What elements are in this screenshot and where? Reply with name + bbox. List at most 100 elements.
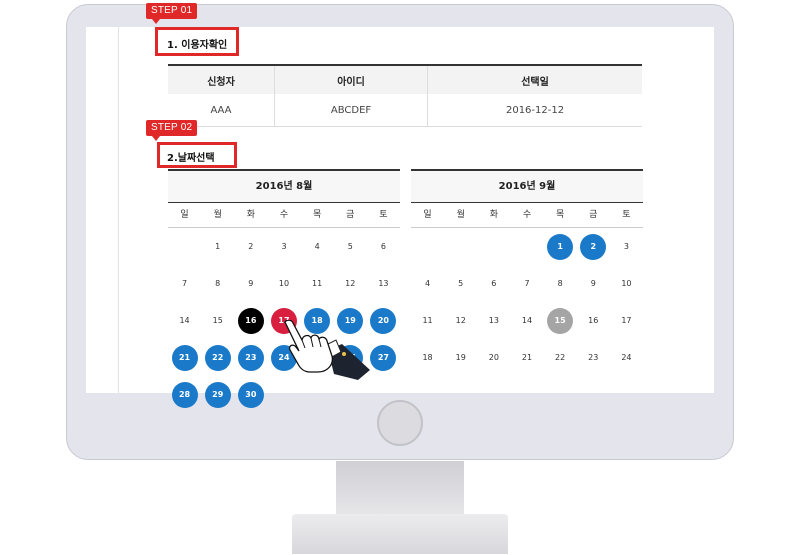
calendar-day-2[interactable]: 2 xyxy=(580,233,607,260)
calendar-day-28[interactable]: 28 xyxy=(171,381,198,408)
calendar-cell: 23 xyxy=(234,339,267,376)
weekday-label: 수 xyxy=(279,210,289,220)
weekday-label: 수 xyxy=(522,210,532,220)
calendar-day-14[interactable]: 14 xyxy=(514,308,540,334)
calendar-cell: 3 xyxy=(267,228,300,265)
calendar-cell: 1 xyxy=(544,228,577,265)
calendar-day-17[interactable]: 17 xyxy=(613,308,639,334)
calendar-cell: 4 xyxy=(411,265,444,302)
calendar-day-16[interactable]: 16 xyxy=(237,307,264,334)
calendar-cell: 14 xyxy=(510,302,543,339)
calendar-day-20[interactable]: 20 xyxy=(370,307,397,334)
calendar-cell: 24 xyxy=(610,339,643,376)
calendar-day-3[interactable]: 3 xyxy=(613,234,639,260)
calendar-month-title: 2016년 9월 xyxy=(411,169,643,203)
calendar-cell: 7 xyxy=(510,265,543,302)
calendar-day-6[interactable]: 6 xyxy=(370,234,396,260)
calendar-day-1[interactable]: 1 xyxy=(205,234,231,260)
calendar-day-1[interactable]: 1 xyxy=(547,233,574,260)
calendar-month-title: 2016년 8월 xyxy=(168,169,400,203)
calendar-day-10[interactable]: 10 xyxy=(271,271,297,297)
calendar-cell xyxy=(334,376,367,413)
calendar-day-18[interactable]: 18 xyxy=(415,345,441,371)
calendar-cell: 23 xyxy=(577,339,610,376)
calendar-week-row: 28 29 30 xyxy=(168,376,400,413)
calendar-week-row: 4 5 6 7 8 9 10 xyxy=(411,265,643,302)
calendar-cell: 11 xyxy=(301,265,334,302)
calendar-cell: 16 xyxy=(577,302,610,339)
calendar-day-13[interactable]: 13 xyxy=(370,271,396,297)
calendar-day-23[interactable]: 23 xyxy=(580,345,606,371)
calendar-day-19[interactable]: 19 xyxy=(448,345,474,371)
calendar-day-24[interactable]: 24 xyxy=(613,345,639,371)
calendar-day-8[interactable]: 8 xyxy=(547,271,573,297)
calendar-day-6[interactable]: 6 xyxy=(481,271,507,297)
content-divider xyxy=(118,27,119,393)
weekday-label: 금 xyxy=(346,210,355,220)
calendar-day-5[interactable]: 5 xyxy=(448,271,474,297)
calendar-day-13[interactable]: 13 xyxy=(481,308,507,334)
calendar-day-7[interactable]: 7 xyxy=(172,271,198,297)
calendar-day-20[interactable]: 20 xyxy=(481,345,507,371)
calendar-cell: 5 xyxy=(444,265,477,302)
weekday-label: 토 xyxy=(379,210,388,220)
calendar-day-15[interactable]: 15 xyxy=(205,308,231,334)
calendar-cell: 12 xyxy=(334,265,367,302)
calendar-cell xyxy=(267,376,300,413)
column-header: 아이디 xyxy=(274,65,429,94)
calendar-day-11[interactable]: 11 xyxy=(415,308,441,334)
calendar-cell: 10 xyxy=(610,265,643,302)
column-header: 신청자 xyxy=(168,65,275,94)
calendar-day-12[interactable]: 12 xyxy=(448,308,474,334)
step-02-tag: STEP 02 xyxy=(146,120,198,141)
calendar-day-7[interactable]: 7 xyxy=(514,271,540,297)
calendar-day-16[interactable]: 16 xyxy=(580,308,606,334)
calendar-day-12[interactable]: 12 xyxy=(337,271,363,297)
calendar-cell: 2 xyxy=(234,228,267,265)
calendar-week-row: 7 8 9 10 11 12 13 xyxy=(168,265,400,302)
monitor-stand-base xyxy=(292,514,508,554)
weekday-label: 목 xyxy=(555,210,565,220)
calendar-day-11[interactable]: 11 xyxy=(304,271,330,297)
calendar-cell xyxy=(301,376,334,413)
calendar-cell: 28 xyxy=(168,376,201,413)
calendar-cell: 11 xyxy=(411,302,444,339)
calendar-day-27[interactable]: 27 xyxy=(370,344,397,371)
calendar-cell: 17 xyxy=(610,302,643,339)
calendar-day-22[interactable]: 22 xyxy=(547,345,573,371)
calendar-day-10[interactable]: 10 xyxy=(613,271,639,297)
calendar-day-4[interactable]: 4 xyxy=(415,271,441,297)
calendar-cell: 1 xyxy=(201,228,234,265)
column-header: 선택일 xyxy=(427,65,642,94)
calendar-day-15[interactable]: 15 xyxy=(547,307,574,334)
calendar-day-5[interactable]: 5 xyxy=(337,234,363,260)
calendar-day-9[interactable]: 9 xyxy=(580,271,606,297)
monitor-stand-neck xyxy=(336,461,464,521)
section-title-user-check: 1. 이용자확인 xyxy=(167,40,228,51)
calendar-day-21[interactable]: 21 xyxy=(171,344,198,371)
weekday-label: 월 xyxy=(456,210,465,220)
calendar-day-21[interactable]: 21 xyxy=(514,345,540,371)
calendar-day-3[interactable]: 3 xyxy=(271,234,297,260)
calendar-day-2[interactable]: 2 xyxy=(238,234,264,260)
calendar-week-row: 123456 xyxy=(168,228,400,265)
calendar-cell xyxy=(411,228,444,265)
calendar-day-14[interactable]: 14 xyxy=(172,308,198,334)
calendar-day-8[interactable]: 8 xyxy=(205,271,231,297)
weekday-label: 화 xyxy=(246,210,255,220)
calendar-day-4[interactable]: 4 xyxy=(304,234,330,260)
table-cell-user-id: ABCDEF xyxy=(274,94,429,127)
calendar-day-9[interactable]: 9 xyxy=(238,271,264,297)
calendar-day-23[interactable]: 23 xyxy=(237,344,264,371)
calendar-day-29[interactable]: 29 xyxy=(204,381,231,408)
calendar-day-30[interactable]: 30 xyxy=(237,381,264,408)
weekday-header: 일월화수목금토 xyxy=(411,203,643,228)
calendar-cell xyxy=(168,228,201,265)
table-header-row: 신청자 아이디 선택일 xyxy=(168,65,642,94)
calendar-cell: 13 xyxy=(477,302,510,339)
calendar-cell: 13 xyxy=(367,265,400,302)
calendar-cell xyxy=(477,228,510,265)
calendar-cell: 5 xyxy=(334,228,367,265)
calendar-day-22[interactable]: 22 xyxy=(204,344,231,371)
weekday-label: 화 xyxy=(489,210,498,220)
